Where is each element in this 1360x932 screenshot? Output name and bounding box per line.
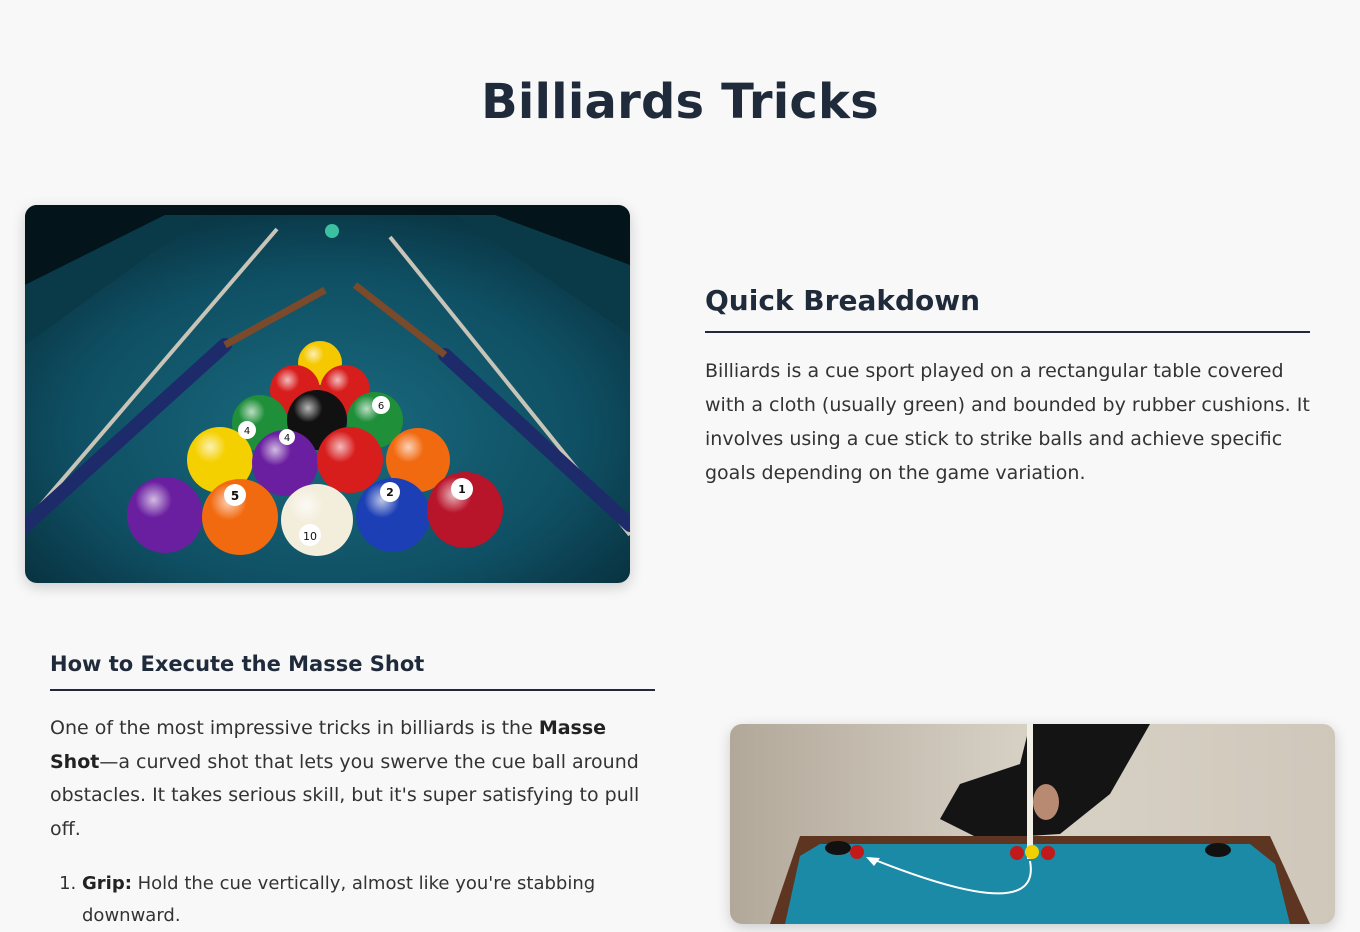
intro-text: One of the most impressive tricks in bil…	[50, 717, 539, 739]
list-item: Grip: Hold the cue vertically, almost li…	[82, 868, 655, 932]
masse-shot-image	[730, 724, 1335, 924]
billiard-rack-image: 4 4 6 5 10 2 1	[25, 205, 630, 583]
step-title: Grip:	[82, 873, 132, 894]
quick-breakdown-section: Quick Breakdown Billiards is a cue sport…	[705, 284, 1310, 490]
ball-number: 2	[386, 486, 394, 499]
quick-breakdown-heading: Quick Breakdown	[705, 284, 1310, 333]
masse-shot-heading: How to Execute the Masse Shot	[50, 652, 655, 691]
ball-number: 10	[303, 530, 317, 543]
steps-list: Grip: Hold the cue vertically, almost li…	[50, 868, 655, 932]
masse-shot-intro: One of the most impressive tricks in bil…	[50, 712, 655, 846]
masse-shot-section: How to Execute the Masse Shot One of the…	[50, 652, 655, 932]
page-title: Billiards Tricks	[481, 74, 879, 130]
intro-text-after: —a curved shot that lets you swerve the …	[50, 750, 640, 840]
ball-number: 1	[458, 483, 466, 496]
ball-number: 4	[284, 433, 290, 444]
quick-breakdown-text: Billiards is a cue sport played on a rec…	[705, 360, 1310, 484]
ball-number: 4	[244, 426, 250, 437]
step-text: Hold the cue vertically, almost like you…	[82, 873, 596, 926]
ball-number: 6	[378, 401, 384, 412]
ball-number: 5	[231, 489, 239, 503]
